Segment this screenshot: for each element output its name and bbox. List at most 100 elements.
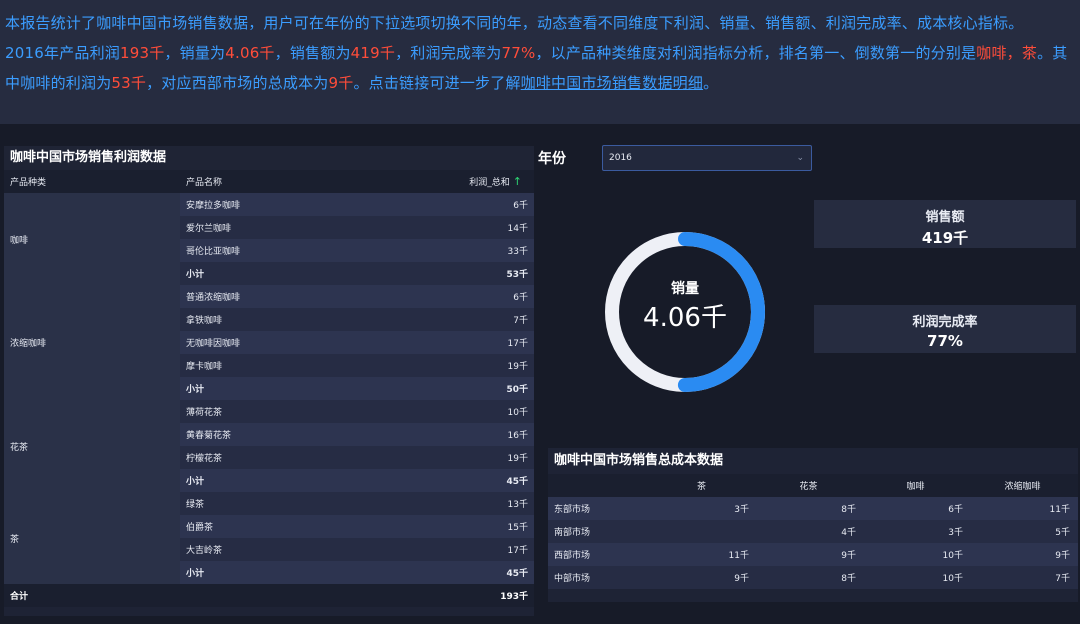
summary-text: ，利润完成率为 bbox=[395, 44, 502, 62]
table-row: 南部市场 4千 3千 5千 bbox=[548, 520, 1078, 543]
profit-value-cell: 14千 bbox=[507, 224, 528, 234]
table-row: 黄春菊花茶 16千 bbox=[180, 423, 534, 446]
profit-value-cell: 16千 bbox=[507, 431, 528, 441]
column-header-profit[interactable]: 利润_总和 ↑ bbox=[380, 175, 528, 188]
kpi-revenue-label: 销售额 bbox=[925, 210, 965, 225]
column-header: 浓缩咖啡 bbox=[1004, 482, 1041, 492]
year-select-value: 2016 bbox=[609, 153, 632, 163]
product-name-cell: 小计 bbox=[186, 477, 205, 487]
product-name-cell: 黄春菊花茶 bbox=[186, 431, 232, 441]
detail-link[interactable]: 咖啡中国市场销售数据明细 bbox=[521, 74, 703, 92]
cost-value-cell: 6千 bbox=[948, 505, 963, 515]
column-header-category: 产品种类 bbox=[10, 178, 47, 188]
table-row: 伯爵茶 15千 bbox=[180, 515, 534, 538]
market-cell: 南部市场 bbox=[554, 528, 591, 538]
table-row: 哥伦比亚咖啡 33千 bbox=[180, 239, 534, 262]
product-name-cell: 无咖啡因咖啡 bbox=[186, 339, 241, 349]
market-cell: 中部市场 bbox=[554, 574, 591, 584]
kpi-rate-value: 77% bbox=[927, 332, 963, 350]
cost-value-cell: 3千 bbox=[948, 528, 963, 538]
subtotal-row: 小计 45千 bbox=[180, 469, 534, 492]
profit-value-cell: 50千 bbox=[506, 385, 528, 395]
cost-table: 茶花茶 咖啡 浓缩咖啡 东部市场 3千 8千 6千 11千 南部市场 4千 3千 5千 西部市场 11千 9… bbox=[548, 474, 1078, 589]
year-select[interactable]: 2016 ⌄ bbox=[602, 145, 812, 171]
profit-value-cell: 6千 bbox=[513, 293, 528, 303]
cost-table-body: 东部市场 3千 8千 6千 11千 南部市场 4千 3千 5千 西部市场 11千 9千 10千 9千 中部市… bbox=[548, 497, 1078, 589]
rate-highlight: 77% bbox=[501, 44, 536, 62]
sort-up-arrow-icon[interactable]: ↑ bbox=[513, 175, 522, 188]
cost-value-cell: 9千 bbox=[734, 574, 749, 584]
coffee-profit-highlight: 53千 bbox=[111, 74, 147, 92]
kpi-rate-label: 利润完成率 bbox=[912, 315, 978, 330]
cost-value-cell: 11千 bbox=[728, 551, 749, 561]
summary-line-1: 本报告统计了咖啡中国市场销售数据，用户可在年份的下拉选项切换不同的年，动态查看不… bbox=[5, 14, 1024, 32]
profit-value-cell: 19千 bbox=[507, 362, 528, 372]
revenue-highlight: 419千 bbox=[350, 44, 396, 62]
product-name-cell: 摩卡咖啡 bbox=[186, 362, 223, 372]
table-row: 薄荷花茶 10千 bbox=[180, 400, 534, 423]
profit-value-cell: 6千 bbox=[513, 201, 528, 211]
product-name-cell: 拿铁咖啡 bbox=[186, 316, 223, 326]
summary-text: 。 bbox=[703, 74, 719, 92]
cost-value-cell: 8千 bbox=[841, 574, 856, 584]
product-name-cell: 小计 bbox=[186, 569, 205, 579]
profit-value-cell: 7千 bbox=[513, 316, 528, 326]
product-name-cell: 普通浓缩咖啡 bbox=[186, 293, 241, 303]
total-label: 合计 bbox=[10, 592, 29, 602]
profit-value-cell: 45千 bbox=[506, 477, 528, 487]
cost-value-cell: 11千 bbox=[1049, 505, 1070, 515]
summary-text: ，销量为 bbox=[164, 44, 226, 62]
summary-text: ，以产品种类维度对利润指标分析，排名第一、倒数第一的分别是 bbox=[535, 44, 977, 62]
category-column: 咖啡 浓缩咖啡 花茶茶 bbox=[4, 193, 180, 584]
west-cost-highlight: 9千 bbox=[328, 74, 354, 92]
table-row: 摩卡咖啡 19千 bbox=[180, 354, 534, 377]
profit-value-cell: 10千 bbox=[507, 408, 528, 418]
profit-total-row: 合计 193千 bbox=[4, 584, 534, 607]
table-row: 普通浓缩咖啡 6千 bbox=[180, 285, 534, 308]
table-row: 绿茶 13千 bbox=[180, 492, 534, 515]
summary-text: ，销售额为 bbox=[274, 44, 351, 62]
cost-value-cell: 10千 bbox=[942, 551, 963, 561]
chevron-down-icon[interactable]: ⌄ bbox=[796, 146, 804, 170]
table-row: 安摩拉多咖啡 6千 bbox=[180, 193, 534, 216]
kpi-revenue-value: 419千 bbox=[921, 229, 969, 247]
total-value: 193千 bbox=[500, 592, 528, 602]
table-row: 东部市场 3千 8千 6千 11千 bbox=[548, 497, 1078, 520]
profit-table: 产品种类 产品名称 利润_总和 ↑ 咖啡 浓缩咖啡 花茶茶安摩拉多咖啡 6千 爱尔兰咖啡 1… bbox=[4, 170, 534, 607]
profit-value-cell: 45千 bbox=[506, 569, 528, 579]
column-header: 花茶 bbox=[799, 482, 818, 492]
gauge-value: 4.06千 bbox=[643, 303, 727, 333]
profit-value-cell: 17千 bbox=[507, 546, 528, 556]
column-header: 茶 bbox=[696, 482, 706, 492]
category-cell: 茶 bbox=[4, 492, 180, 584]
profit-value-cell: 33千 bbox=[507, 247, 528, 257]
profit-value-cell: 15千 bbox=[507, 523, 528, 533]
market-cell: 西部市场 bbox=[554, 551, 591, 561]
product-name-cell: 伯爵茶 bbox=[186, 523, 214, 533]
profit-value-cell: 13千 bbox=[507, 500, 528, 510]
table-row: 拿铁咖啡 7千 bbox=[180, 308, 534, 331]
cost-value-cell: 10千 bbox=[942, 574, 963, 584]
summary-text: 。点击链接可进一步了解 bbox=[353, 74, 521, 92]
table-row: 中部市场 9千 8千 10千 7千 bbox=[548, 566, 1078, 589]
cost-value-cell: 9千 bbox=[1055, 551, 1070, 561]
product-name-cell: 小计 bbox=[186, 270, 205, 280]
product-name-cell: 柠檬花茶 bbox=[186, 454, 223, 464]
market-cell: 东部市场 bbox=[554, 505, 591, 515]
summary-text: 2016年产品利润 bbox=[5, 44, 120, 62]
cost-table-panel: 咖啡中国市场销售总成本数据 茶花茶 咖啡 浓缩咖啡 东部市场 3千 8千 6千 11千 南部市场… bbox=[548, 448, 1078, 602]
profit-table-title: 咖啡中国市场销售利润数据 bbox=[4, 146, 534, 170]
sales-qty-highlight: 4.06千 bbox=[225, 44, 275, 62]
cost-value-cell: 5千 bbox=[1055, 528, 1070, 538]
gauge-label: 销量 bbox=[671, 281, 699, 297]
profit-table-header: 产品种类 产品名称 利润_总和 ↑ bbox=[4, 170, 534, 193]
summary-text: ，对应西部市场的总成本为 bbox=[146, 74, 329, 92]
product-name-cell: 薄荷花茶 bbox=[186, 408, 223, 418]
cost-value-cell: 3千 bbox=[734, 505, 749, 515]
profit-value-cell: 53千 bbox=[506, 270, 528, 280]
year-filter-label: 年份 bbox=[538, 151, 566, 167]
table-row: 大吉岭茶 17千 bbox=[180, 538, 534, 561]
profit-value-cell: 19千 bbox=[507, 454, 528, 464]
product-name-cell: 小计 bbox=[186, 385, 205, 395]
profit-highlight: 193千 bbox=[119, 44, 165, 62]
